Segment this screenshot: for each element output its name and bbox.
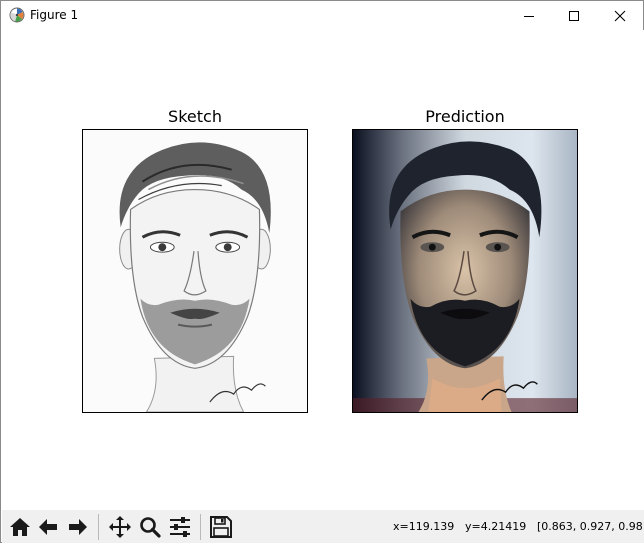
toolbar-separator [98,514,99,540]
matplotlib-logo-icon [9,7,25,23]
y-coordinate-readout: y=4.21419 [465,520,527,533]
forward-arrow-icon [69,519,87,535]
forward-button[interactable] [64,513,92,541]
close-button[interactable] [597,1,643,30]
navigation-toolbar: x=119.139 y=4.21419 [0.863, 0.927, 0.981… [2,510,644,543]
home-button[interactable] [6,513,34,541]
figure-canvas[interactable]: Sketch Prediction [2,30,644,510]
home-icon [10,518,30,536]
pan-button[interactable] [106,513,134,541]
save-floppy-icon [210,516,232,538]
save-button[interactable] [207,513,235,541]
minimize-icon [524,15,534,17]
configure-subplots-button[interactable] [166,513,194,541]
close-icon [614,10,626,21]
configure-subplots-icon [170,517,190,537]
pixel-value-readout: [0.863, 0.927, 0.981] [537,520,644,533]
zoom-magnifier-icon [140,517,161,538]
maximize-button[interactable] [551,1,597,30]
figure-window: Figure 1 Sketch Prediction x=119.139 y=4… [0,0,644,543]
toolbar-separator [200,514,201,540]
sketch-image[interactable] [82,129,308,413]
x-coordinate-readout: x=119.139 [393,520,455,533]
title-bar[interactable]: Figure 1 [1,1,643,30]
pan-move-icon [109,516,131,538]
prediction-image[interactable] [352,129,578,413]
back-button[interactable] [34,513,62,541]
prediction-title: Prediction [425,107,505,126]
minimize-button[interactable] [506,1,552,30]
back-arrow-icon [39,519,57,535]
zoom-button[interactable] [136,513,164,541]
sketch-title: Sketch [168,107,222,126]
maximize-icon [569,10,579,21]
window-title: Figure 1 [30,8,79,22]
